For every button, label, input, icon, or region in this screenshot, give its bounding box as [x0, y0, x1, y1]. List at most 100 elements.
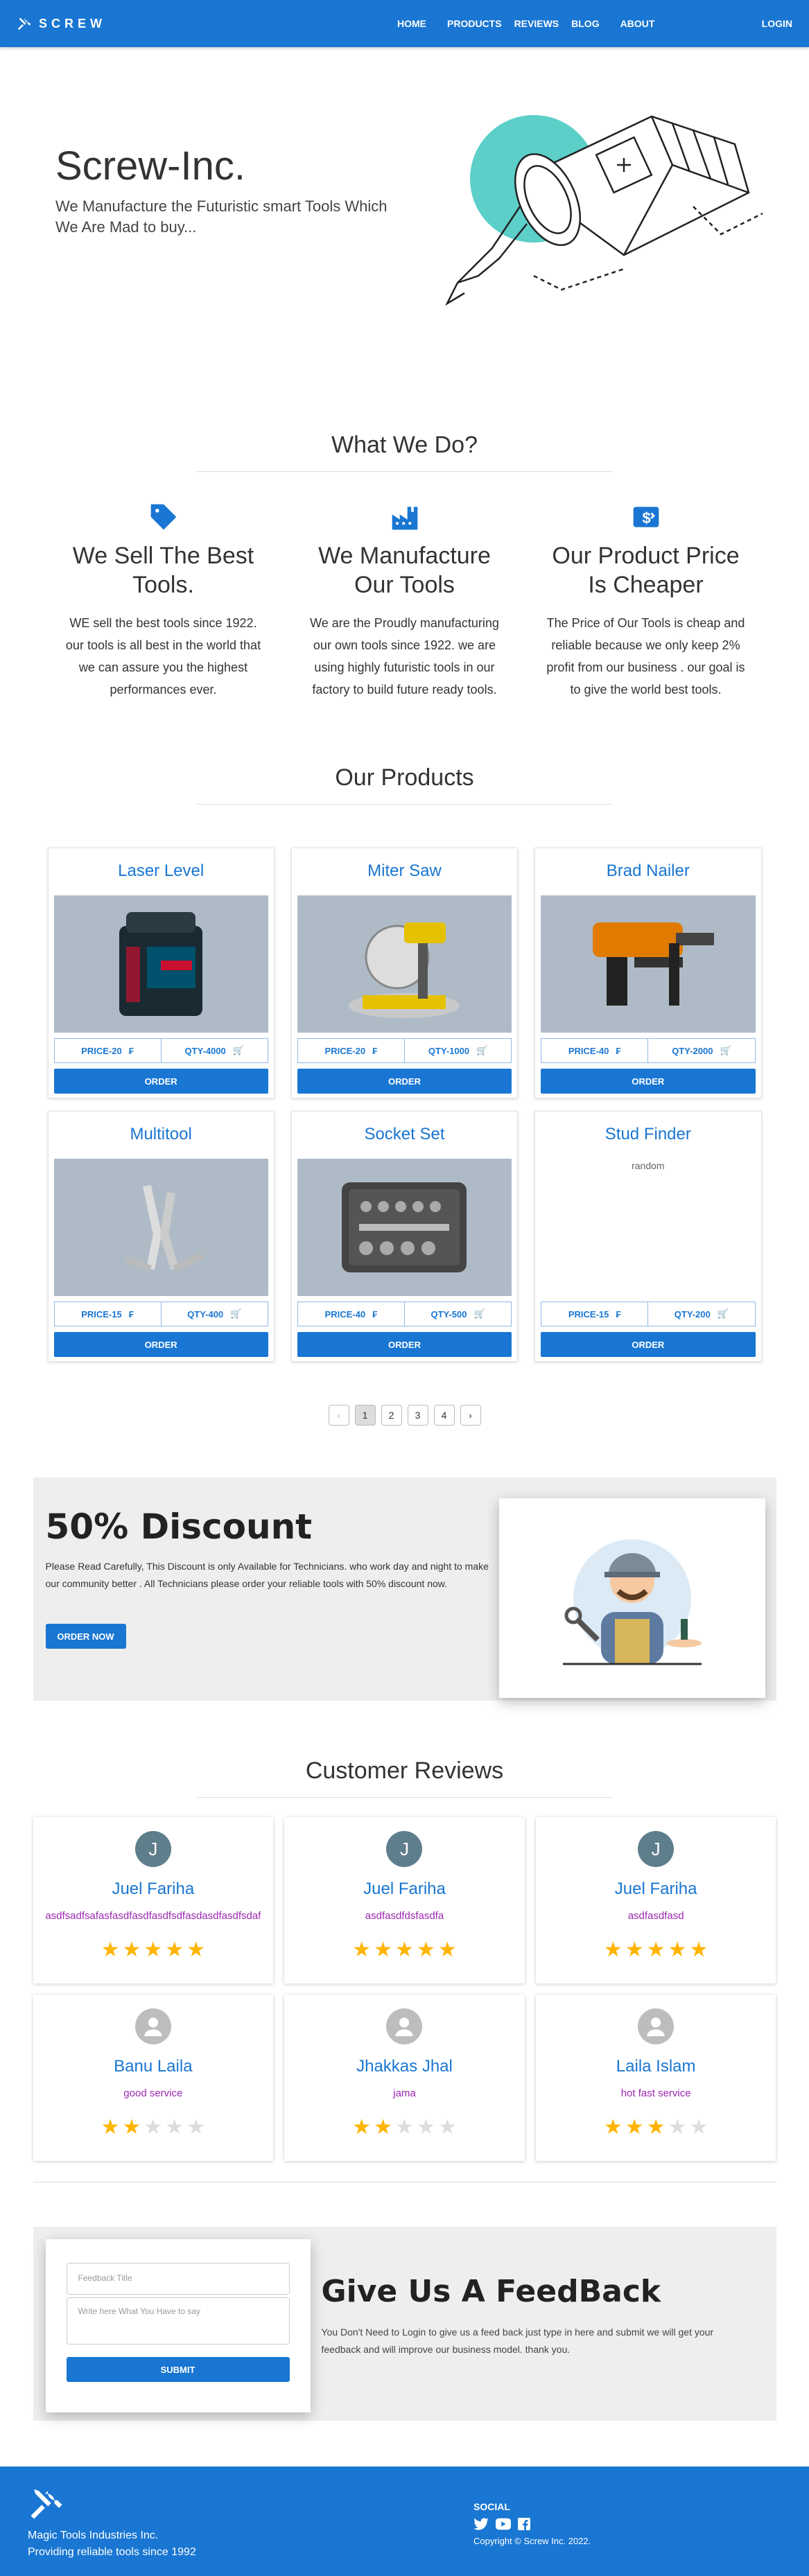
product-card: Miter Saw PRICE-20 ₣ QTY-1000 🛒 ORDER: [290, 848, 519, 1098]
tag-icon: [150, 504, 176, 530]
price-tag: PRICE-20 ₣: [55, 1039, 162, 1062]
screwdriver-illustration: [444, 115, 763, 306]
qty-tag: QTY-200 🛒: [674, 1308, 729, 1320]
nav-blog[interactable]: BLOG: [571, 18, 599, 29]
product-image: [541, 895, 756, 1033]
discount-title: 50% Discount: [45, 1507, 313, 1547]
product-name[interactable]: Socket Set: [297, 1119, 512, 1159]
reviewer-name: Juel Fariha: [112, 1880, 195, 1898]
review-card: Banu Laila good service ★ ★ ★ ★ ★: [33, 1995, 274, 2161]
star-icon: ★: [689, 2116, 708, 2139]
product-name[interactable]: Brad Nailer: [541, 855, 755, 895]
order-button[interactable]: ORDER: [53, 1332, 268, 1357]
brand-name: SCREW: [39, 16, 106, 30]
price-tag: PRICE-15 ₣: [541, 1302, 649, 1326]
service-text: We are the Proudly manufacturing our own…: [310, 616, 499, 696]
avatar-placeholder-icon: [134, 2008, 171, 2044]
order-now-button[interactable]: ORDER NOW: [45, 1624, 126, 1649]
star-icon: ★: [101, 2116, 120, 2139]
product-name[interactable]: Miter Saw: [297, 855, 512, 895]
star-icon: ★: [689, 1938, 708, 1961]
feedback-text-input[interactable]: Write here What You Have to say: [66, 2297, 290, 2345]
qty-tag: QTY-2000 🛒: [672, 1045, 731, 1056]
brand[interactable]: SCREW: [17, 16, 106, 31]
youtube-icon[interactable]: [496, 2518, 511, 2530]
order-button[interactable]: ORDER: [541, 1332, 756, 1357]
review-card: Laila Islam hot fast service ★ ★ ★ ★ ★: [536, 1995, 776, 2161]
service-text: WE sell the best tools since 1922. our t…: [65, 616, 261, 696]
socket-set-image: [342, 1182, 467, 1272]
twitter-icon[interactable]: [473, 2518, 489, 2530]
avatar-placeholder-icon: [638, 2008, 675, 2044]
prev-page-icon[interactable]: ‹: [328, 1405, 349, 1426]
avatar: J: [134, 1831, 171, 1867]
review-text: asdfsadfsafasfasdfasdfasdfsdfasdasdfasdf…: [45, 1910, 261, 1922]
page-button[interactable]: 2: [381, 1405, 402, 1426]
tools-logo-icon: [31, 2489, 62, 2519]
image-alt-text: random: [632, 1160, 665, 1171]
discount-section: 50% Discount Please Read Carefully, This…: [33, 1478, 776, 1701]
review-card: Jhakkas Jhal jama ★ ★ ★ ★ ★: [284, 1995, 525, 2161]
service-price: $ Our Product Price Is Cheaper The Price…: [542, 500, 750, 701]
star-icon: ★: [668, 2116, 687, 2139]
order-button[interactable]: ORDER: [53, 1069, 268, 1094]
reviewer-name: Banu Laila: [114, 2057, 193, 2076]
products-title: Our Products: [335, 764, 474, 791]
star-icon: ★: [374, 1938, 393, 1961]
divider: [196, 1797, 613, 1798]
product-name[interactable]: Multitool: [54, 1119, 268, 1159]
star-rating: ★ ★ ★ ★ ★: [284, 2117, 525, 2138]
page-button[interactable]: 4: [433, 1405, 455, 1426]
page-button[interactable]: 1: [354, 1405, 376, 1426]
product-name[interactable]: Laser Level: [54, 855, 268, 895]
product-card: Brad Nailer PRICE-40 ₣ QTY-2000 🛒 ORDER: [534, 848, 762, 1098]
order-button[interactable]: ORDER: [541, 1069, 756, 1094]
star-icon: ★: [416, 2116, 435, 2139]
nav-products[interactable]: PRODUCTS: [447, 18, 502, 29]
reviewer-name: Jhakkas Jhal: [356, 2057, 453, 2076]
nav-reviews[interactable]: REVIEWS: [514, 18, 559, 29]
nav-about[interactable]: ABOUT: [620, 18, 655, 29]
price-tag: PRICE-40 ₣: [298, 1302, 405, 1326]
star-icon: ★: [143, 2116, 163, 2139]
tools-logo-icon: [17, 17, 31, 30]
laser-level-image: [119, 912, 203, 1016]
order-button[interactable]: ORDER: [297, 1069, 512, 1094]
page-button[interactable]: 3: [407, 1405, 428, 1426]
social-title: SOCIAL: [473, 2501, 510, 2512]
review-text: hot fast service: [620, 2087, 691, 2099]
submit-button[interactable]: SUBMIT: [66, 2357, 290, 2382]
review-text: asdfasdfasd: [627, 1910, 684, 1922]
avatar: J: [386, 1831, 423, 1867]
money-icon: $: [633, 507, 659, 527]
next-page-icon[interactable]: ›: [460, 1405, 481, 1426]
nav-home[interactable]: HOME: [397, 18, 426, 29]
product-image: [297, 895, 512, 1033]
feedback-title-input[interactable]: Feedback Title: [66, 2263, 290, 2295]
product-name[interactable]: Stud Finder: [541, 1119, 755, 1159]
miter-saw-image: [349, 922, 460, 1018]
login-button[interactable]: LOGIN: [762, 18, 792, 29]
star-icon: ★: [416, 1938, 435, 1961]
hero-title: Screw-Inc.: [55, 143, 245, 189]
review-card: J Juel Fariha asdfsadfsafasfasdfasdfasdfsd…: [33, 1817, 274, 1983]
cart-icon: 🛒: [720, 1045, 731, 1055]
star-icon: ★: [352, 2116, 372, 2139]
franc-icon: ₣: [128, 1308, 134, 1320]
star-icon: ★: [646, 1938, 666, 1961]
qty-tag: QTY-500 🛒: [430, 1308, 485, 1320]
hero-subtitle: We Manufacture the Futuristic smart Tool…: [55, 198, 388, 236]
star-icon: ★: [165, 1938, 184, 1961]
multitool-image: [125, 1184, 205, 1272]
product-image: [53, 1159, 268, 1296]
feedback-section: Feedback Title Write here What You Have …: [33, 2227, 776, 2421]
divider: [196, 471, 613, 472]
order-button[interactable]: ORDER: [297, 1332, 512, 1357]
star-icon: ★: [437, 1938, 457, 1961]
service-text: The Price of Our Tools is cheap and reli…: [546, 616, 745, 696]
navbar: SCREW HOME PRODUCTS REVIEWS BLOG ABOUT L…: [0, 0, 809, 47]
facebook-icon[interactable]: [518, 2518, 530, 2530]
cart-icon: 🛒: [473, 1308, 485, 1319]
feedback-form: Feedback Title Write here What You Have …: [45, 2239, 311, 2412]
franc-icon: ₣: [616, 1308, 621, 1320]
